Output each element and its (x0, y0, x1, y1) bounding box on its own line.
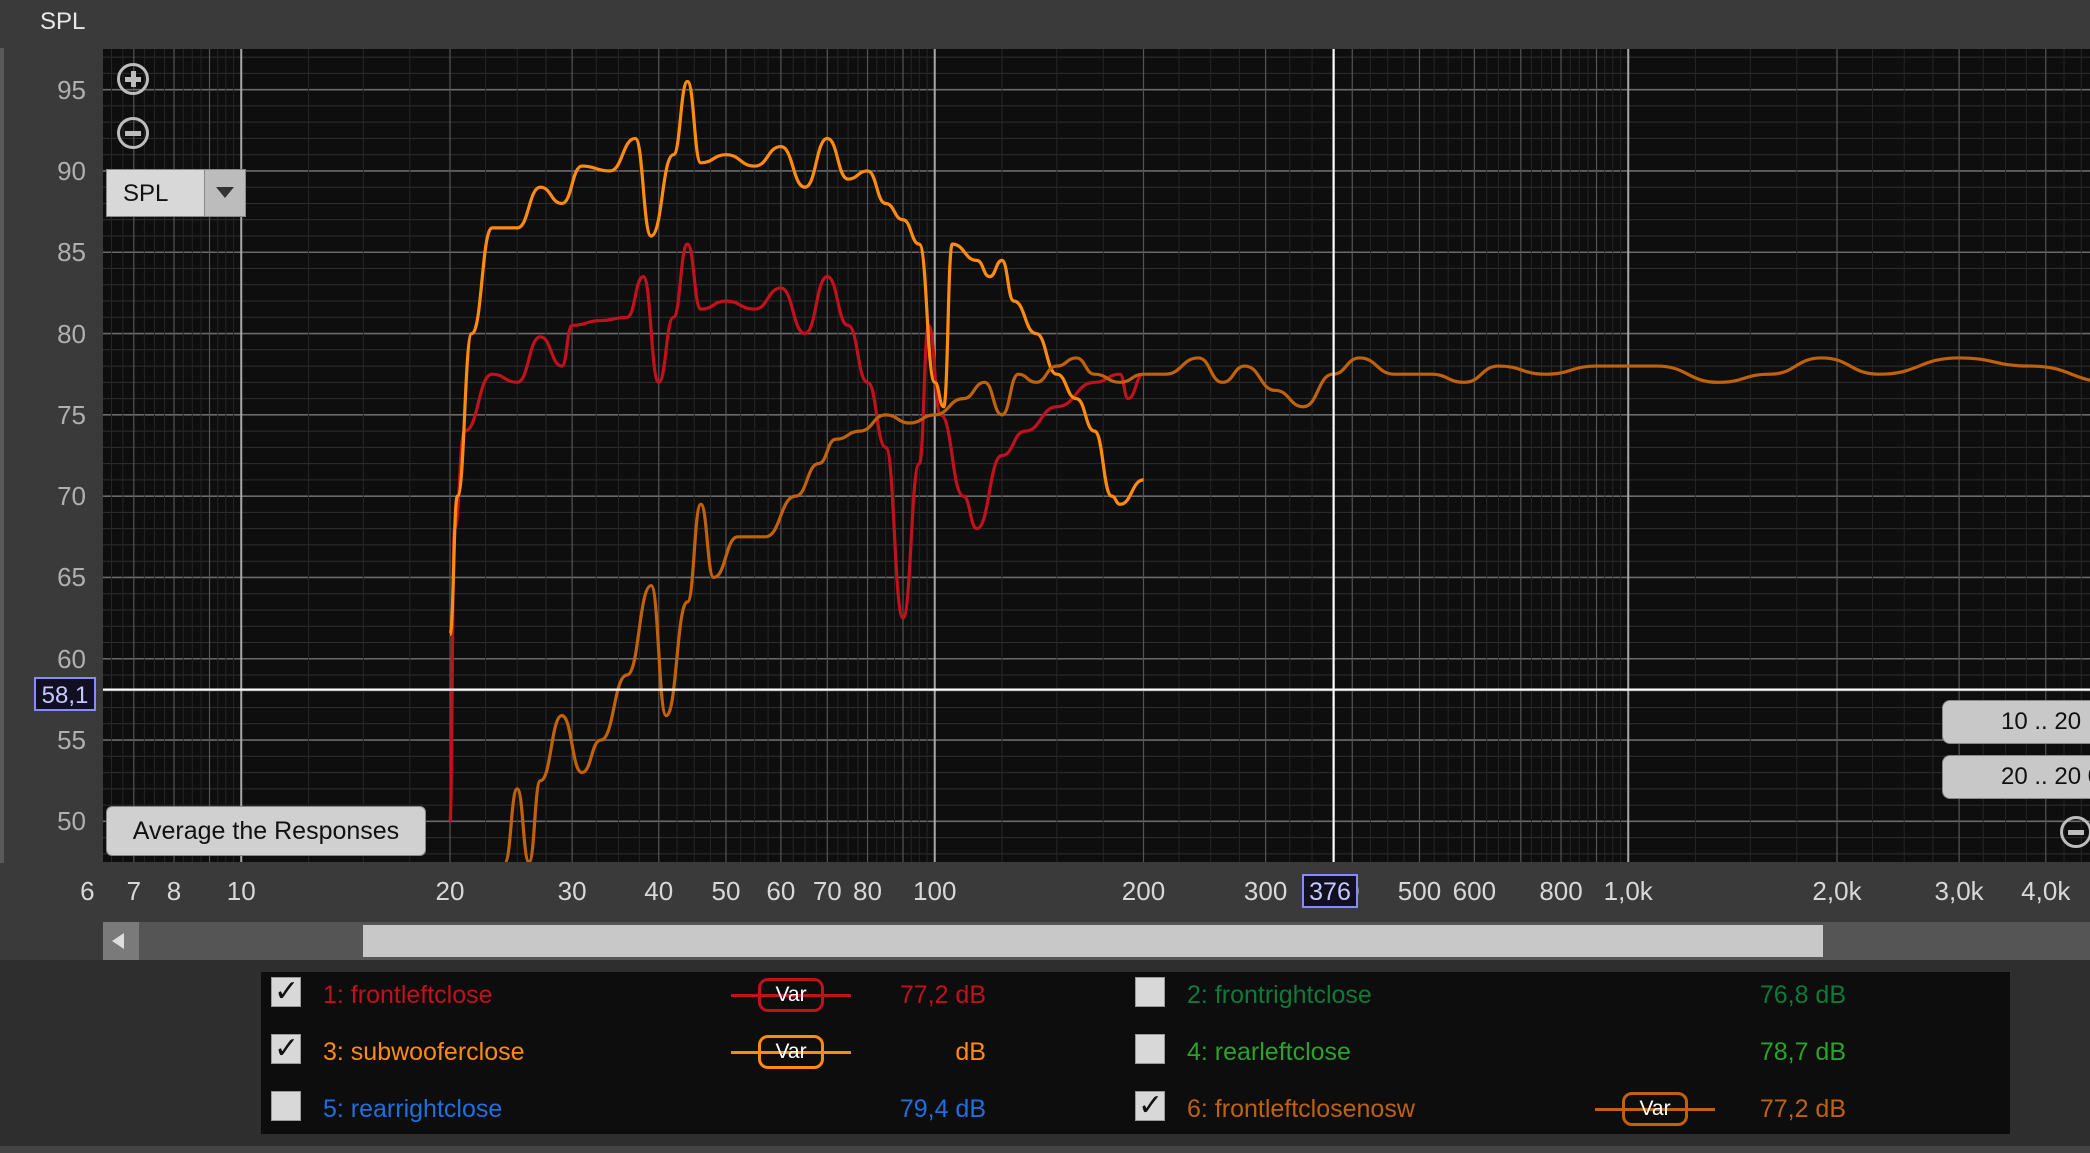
x-tick-label: 800 (1539, 876, 1583, 906)
legend-label-ch6: 6: frontleftclosenosw (1187, 1095, 1415, 1123)
y-tick-label: 75 (57, 399, 86, 430)
legend-value-ch1: 77,2 dB (899, 981, 986, 1009)
view-select-value: SPL (123, 180, 169, 207)
legend-value-ch4: 78,7 dB (1759, 1038, 1846, 1066)
zoom-in-icon[interactable] (117, 63, 149, 95)
y-tick-label: 65 (57, 562, 86, 593)
panel-title: SPL (40, 8, 86, 35)
y-tick-label: 95 (57, 74, 86, 105)
x-tick-label: 50 (711, 876, 741, 906)
x-tick-label: 6 (80, 876, 95, 906)
x-tick-label: 20 (435, 876, 465, 906)
x-tick-label: 40 (644, 876, 674, 906)
horizontal-scrollbar[interactable] (103, 922, 2090, 960)
x-tick-label: 10 (226, 876, 256, 906)
x-tick-label: 70 (812, 876, 842, 906)
x-tick-label: 4,0k (2021, 876, 2071, 906)
legend-label-ch2: 2: frontrightclose (1187, 981, 1372, 1009)
y-tick-label: 60 (57, 643, 86, 674)
x-tick-label: 1,0k (1603, 876, 1653, 906)
y-tick-label: 50 (57, 806, 86, 837)
chevron-down-icon[interactable] (204, 170, 245, 216)
legend-label-ch4: 4: rearleftclose (1187, 1038, 1351, 1066)
cursor-y-readout: 58,1 (34, 677, 96, 711)
checkbox-ch3[interactable] (271, 1031, 301, 1066)
legend-value-ch5: 79,4 dB (899, 1095, 986, 1123)
scroll-left-icon[interactable] (103, 922, 139, 960)
checkbox-ch6[interactable] (1135, 1088, 1165, 1123)
y-tick-label: 70 (57, 481, 86, 512)
x-tick-label: 8 (166, 876, 182, 906)
checkbox-ch2[interactable] (1135, 977, 1165, 1007)
plot-area[interactable] (103, 49, 2090, 862)
checkbox-ch4[interactable] (1135, 1034, 1165, 1064)
x-tick-label: 80 (853, 876, 882, 906)
checkbox-ch1[interactable] (271, 974, 301, 1009)
scroll-thumb[interactable] (363, 925, 1823, 957)
legend-value-ch6: 77,2 dB (1759, 1095, 1846, 1123)
legend-value-ch3: dB (955, 1038, 986, 1066)
legend-label-ch5: 5: rearrightclose (323, 1095, 503, 1123)
x-tick-label: 3,0k (1934, 876, 1984, 906)
legend-value-ch2: 76,8 dB (1759, 981, 1846, 1009)
average-responses-button[interactable]: Average the Responses (106, 806, 426, 856)
var-button-ch6[interactable]: Var (1622, 1092, 1688, 1126)
cursor-x-readout: 376 (1302, 874, 1358, 908)
y-tick-label: 90 (57, 155, 86, 186)
var-button-ch1[interactable]: Var (758, 978, 824, 1012)
y-tick-label: 85 (57, 237, 86, 268)
x-tick-label: 600 (1452, 876, 1497, 906)
x-tick-label: 300 (1243, 876, 1288, 906)
y-tick-label: 80 (57, 318, 86, 349)
bottom-strip (0, 1146, 2090, 1153)
x-tick-label: 30 (557, 876, 587, 906)
legend-label-ch3: 3: subwooferclose (323, 1038, 525, 1066)
legend-panel: 1: frontleftclose Var 77,2 dB 2: frontri… (261, 972, 2010, 1134)
x-tick-label: 200 (1121, 876, 1166, 906)
checkbox-ch5[interactable] (271, 1091, 301, 1121)
x-tick-label: 60 (766, 876, 796, 906)
range-button-2[interactable]: 20 .. 20 0 (1942, 755, 2090, 799)
y-tick-label: 55 (57, 725, 86, 756)
x-tick-label: 7 (126, 876, 142, 906)
zoom-out-icon[interactable] (117, 117, 149, 149)
x-tick-label: 100 (913, 876, 957, 906)
var-button-ch3[interactable]: Var (758, 1035, 824, 1069)
legend-label-ch1: 1: frontleftclose (323, 981, 493, 1009)
view-select[interactable]: SPL (106, 169, 246, 217)
x-tick-label: 500 (1397, 876, 1442, 906)
spl-chart[interactable] (103, 49, 2090, 862)
range-button-1[interactable]: 10 .. 20 (1942, 700, 2090, 744)
zoom-out-range-icon[interactable] (2060, 816, 2090, 848)
x-tick-label: 2,0k (1812, 876, 1862, 906)
